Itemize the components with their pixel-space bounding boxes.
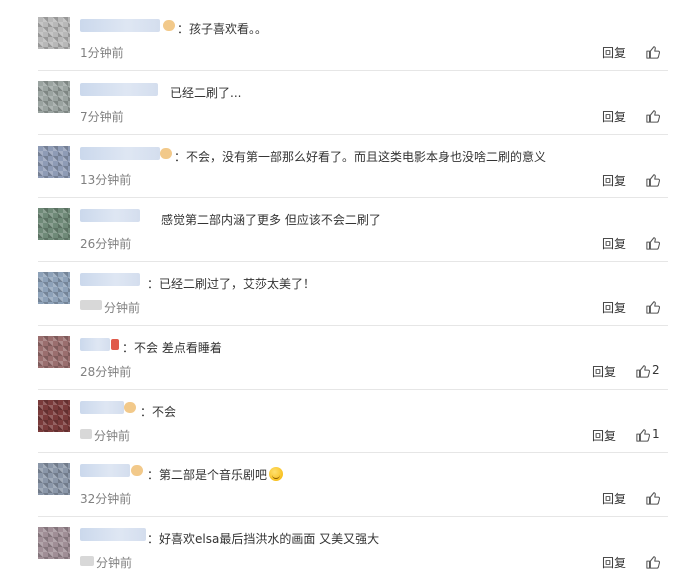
username-blurred[interactable] (80, 83, 158, 96)
user-badge (124, 402, 136, 413)
comment-text: 已经二刷了... (170, 86, 242, 100)
avatar[interactable] (38, 400, 70, 432)
thumbs-up-icon[interactable] (636, 364, 650, 378)
username-blurred[interactable] (80, 464, 130, 477)
avatar[interactable] (38, 336, 70, 368)
comment-time: 28分钟前 (80, 365, 132, 379)
username-blurred[interactable] (80, 338, 110, 351)
comment-time: 分钟前 (96, 556, 133, 570)
avatar[interactable] (38, 81, 70, 113)
comment-text: ：好喜欢elsa最后挡洪水的画面 又美又强大 (147, 532, 380, 546)
reply-button[interactable]: 回复 (592, 427, 616, 444)
comment-time: 26分钟前 (80, 237, 132, 251)
comment-text: ：第二部是个音乐剧吧 (147, 466, 284, 483)
thumbs-up-icon[interactable] (646, 491, 660, 505)
like-count: 2 (652, 363, 660, 377)
thumbs-up-icon[interactable] (646, 555, 660, 569)
reply-button[interactable]: 回复 (602, 44, 626, 61)
time-blurred (80, 429, 92, 439)
laughing-emoji-icon (269, 467, 284, 481)
user-badge (111, 339, 119, 350)
avatar[interactable] (38, 208, 70, 240)
username-blurred[interactable] (80, 147, 160, 160)
username-blurred[interactable] (80, 19, 160, 32)
avatar[interactable] (38, 272, 70, 304)
comment-text: ：不会 差点看睡着 (122, 341, 222, 355)
comment-item: ：不会 差点看睡着 28分钟前 回复 2 (0, 326, 680, 389)
thumbs-up-icon[interactable] (646, 45, 660, 59)
comment-time: 分钟前 (104, 301, 141, 315)
user-badge (163, 20, 175, 31)
user-badge (160, 148, 172, 159)
like-count: 1 (652, 427, 660, 441)
comment-text: ：不会 (140, 405, 177, 419)
comment-time: 13分钟前 (80, 173, 132, 187)
thumbs-up-icon[interactable] (646, 109, 660, 123)
reply-button[interactable]: 回复 (602, 108, 626, 125)
thumbs-up-icon[interactable] (646, 173, 660, 187)
comment-item: 已经二刷了... 7分钟前 回复 (0, 71, 680, 134)
time-blurred (80, 556, 94, 566)
reply-button[interactable]: 回复 (602, 554, 626, 571)
comment-item: ：已经二刷过了，艾莎太美了！ 分钟前 回复 (0, 262, 680, 325)
comment-list: ：孩子喜欢看。。 1分钟前 回复 已经二刷了... 7分钟前 回复 ：不会，没有… (0, 0, 680, 576)
avatar[interactable] (38, 527, 70, 559)
username-blurred[interactable] (80, 273, 140, 286)
comment-item: ：不会 分钟前 回复 1 (0, 390, 680, 453)
comment-time: 分钟前 (94, 429, 131, 443)
comment-item: ：不会，没有第一部那么好看了。而且这类电影本身也没啥二刷的意义 13分钟前 回复 (0, 135, 680, 198)
comment-time: 1分钟前 (80, 46, 124, 60)
reply-button[interactable]: 回复 (602, 299, 626, 316)
avatar[interactable] (38, 17, 70, 49)
username-blurred[interactable] (80, 209, 140, 222)
comment-time: 7分钟前 (80, 110, 124, 124)
comment-text: ：孩子喜欢看。。 (177, 22, 268, 36)
time-blurred (80, 300, 102, 310)
comment-time: 32分钟前 (80, 492, 132, 506)
comment-text: 感觉第二部内涵了更多 但应该不会二刷了 (161, 213, 381, 227)
comment-text: ：已经二刷过了，艾莎太美了！ (147, 277, 316, 291)
avatar[interactable] (38, 146, 70, 178)
reply-button[interactable]: 回复 (602, 490, 626, 507)
username-blurred[interactable] (80, 528, 146, 541)
comment-item: ：孩子喜欢看。。 1分钟前 回复 (0, 8, 680, 71)
reply-button[interactable]: 回复 (592, 363, 616, 380)
comment-item: ：好喜欢elsa最后挡洪水的画面 又美又强大 分钟前 回复 (0, 517, 680, 580)
thumbs-up-icon[interactable] (636, 428, 650, 442)
comment-text: ：不会，没有第一部那么好看了。而且这类电影本身也没啥二刷的意义 (174, 150, 547, 164)
reply-button[interactable]: 回复 (602, 172, 626, 189)
comment-item: 感觉第二部内涵了更多 但应该不会二刷了 26分钟前 回复 (0, 198, 680, 261)
username-blurred[interactable] (80, 401, 124, 414)
reply-button[interactable]: 回复 (602, 235, 626, 252)
thumbs-up-icon[interactable] (646, 236, 660, 250)
thumbs-up-icon[interactable] (646, 300, 660, 314)
avatar[interactable] (38, 463, 70, 495)
comment-item: ：第二部是个音乐剧吧 32分钟前 回复 (0, 453, 680, 516)
user-badge (131, 465, 143, 476)
